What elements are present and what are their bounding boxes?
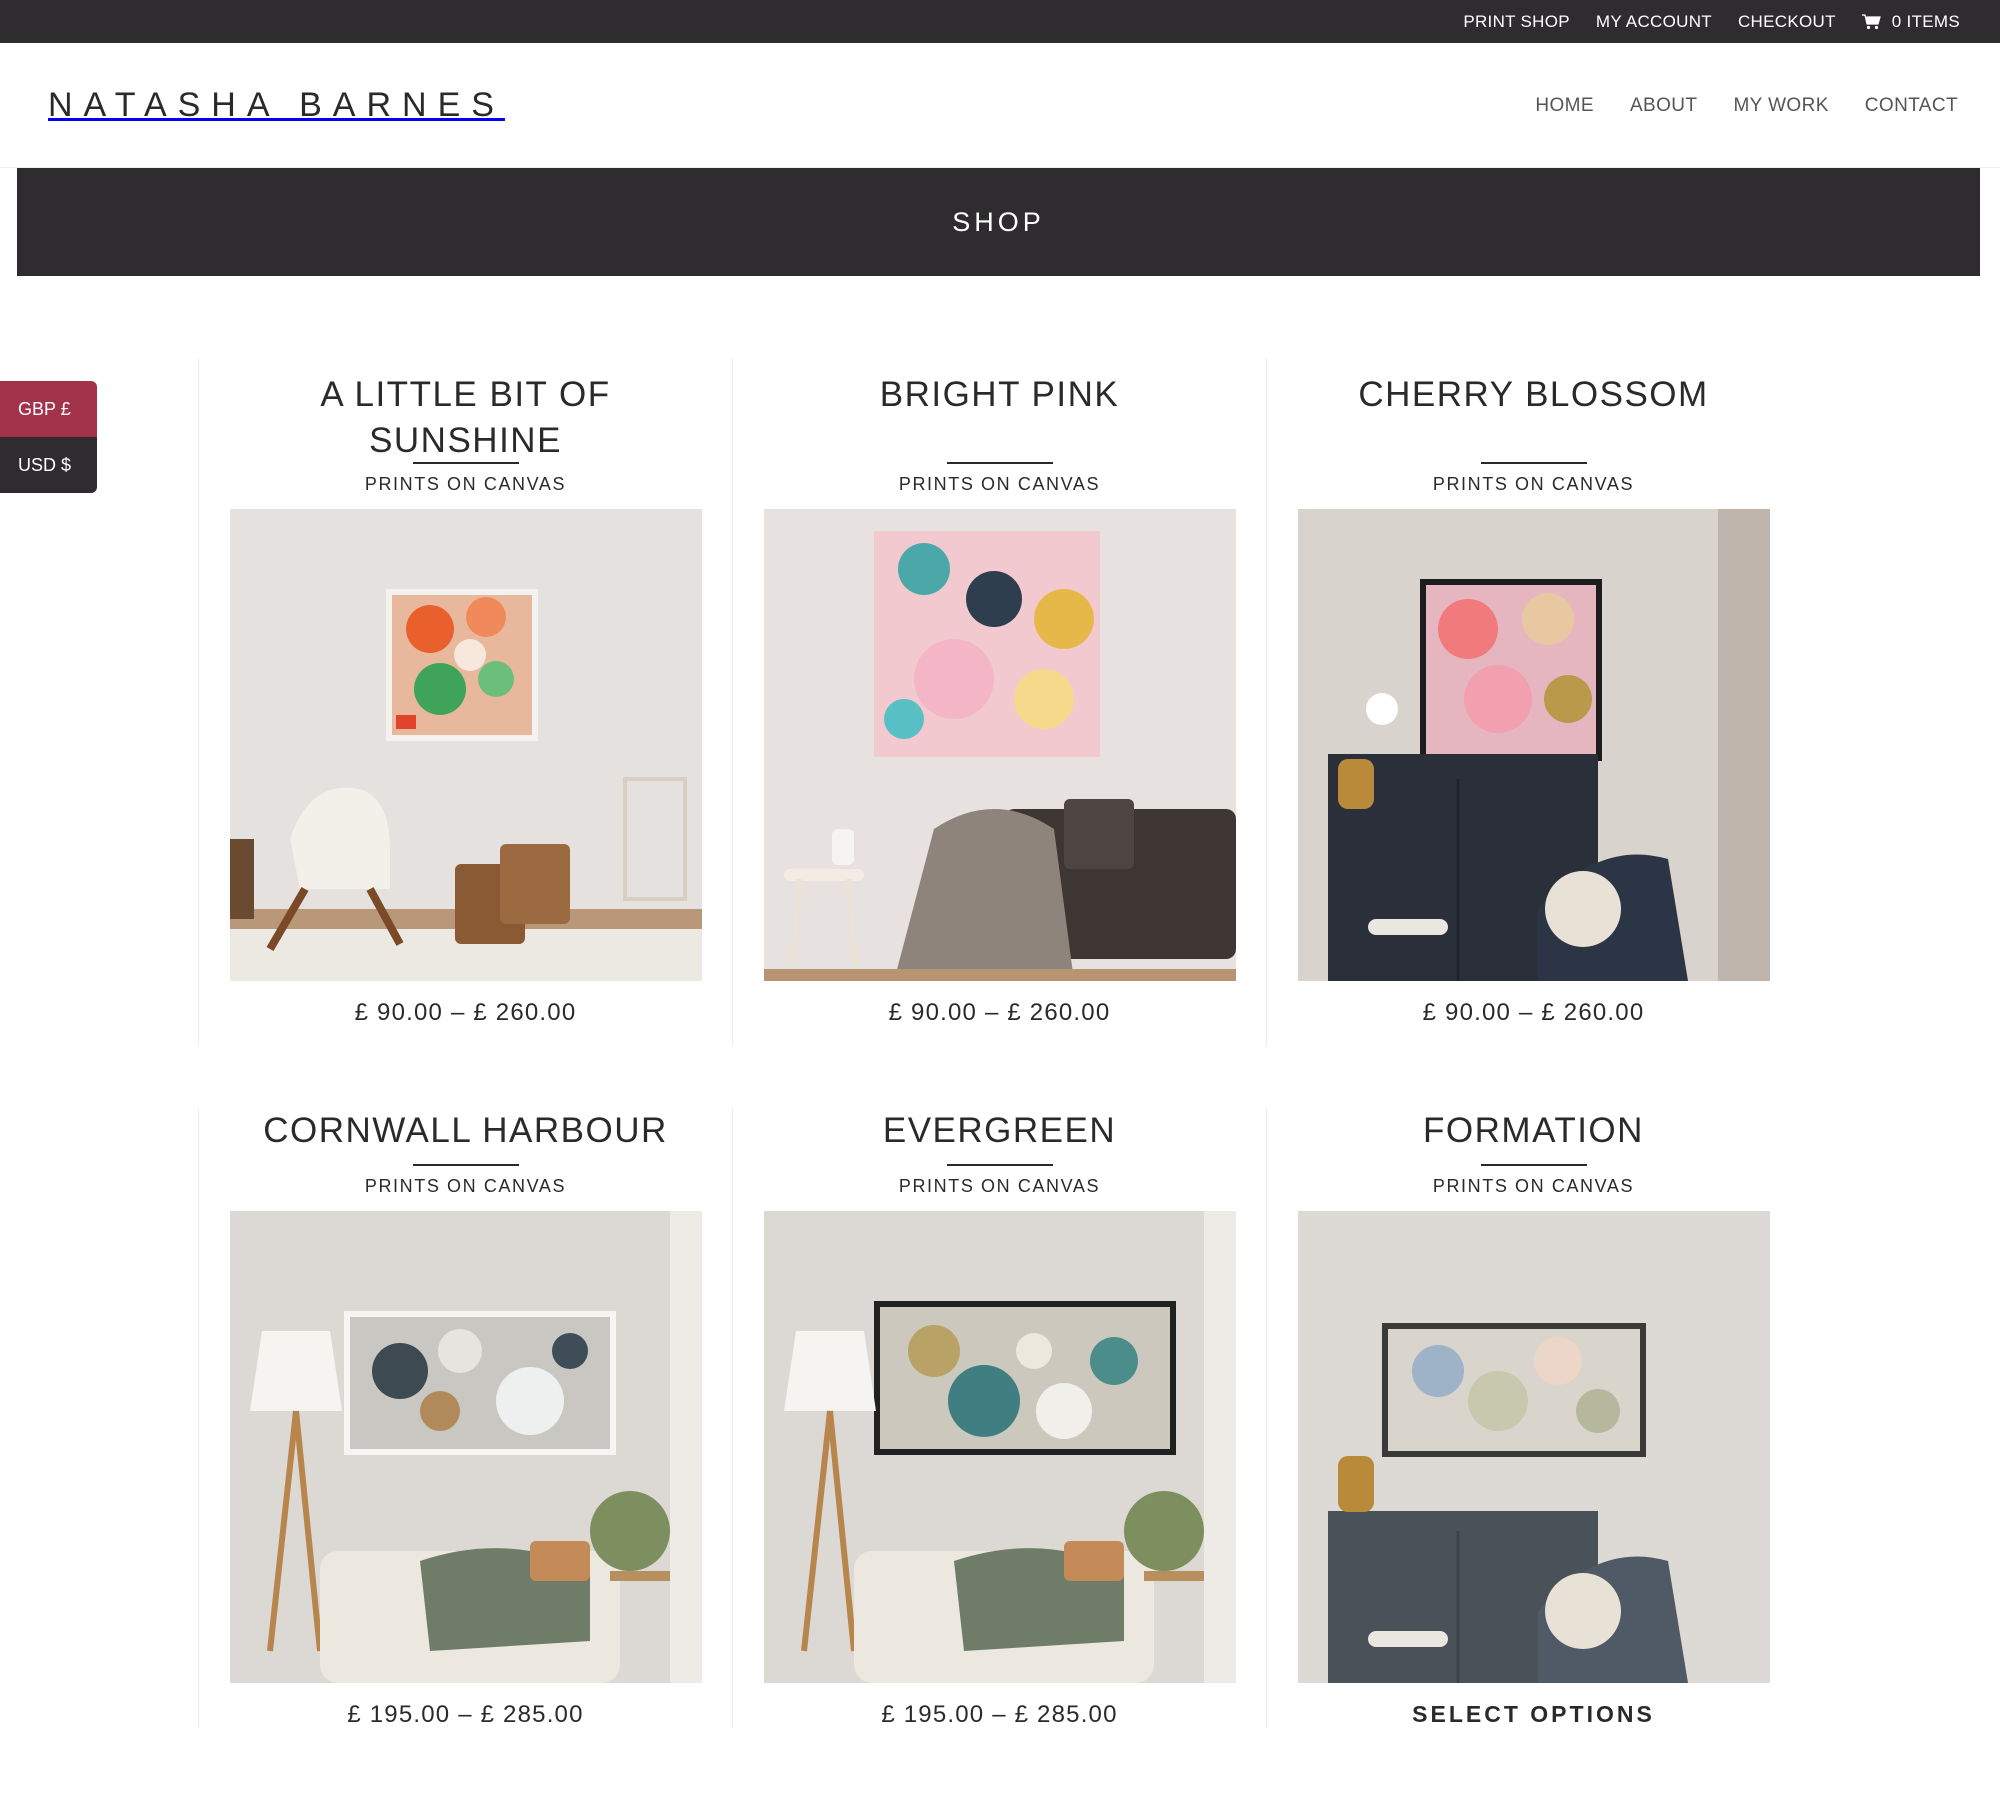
- currency-usd[interactable]: USD $: [0, 437, 97, 493]
- my-account-link[interactable]: MY ACCOUNT: [1596, 12, 1712, 32]
- room-artwork-image: [1297, 509, 1770, 981]
- product-image[interactable]: [1297, 1211, 1770, 1683]
- product-heading: BRIGHT PINK: [733, 358, 1266, 468]
- nav-about[interactable]: ABOUT: [1630, 95, 1697, 117]
- page-title: SHOP: [952, 206, 1045, 237]
- product-price: £ 195.00 – £ 285.00: [881, 1701, 1118, 1728]
- title-divider: [1480, 1164, 1587, 1166]
- product-image[interactable]: [763, 509, 1236, 981]
- product-subtitle: PRINTS ON CANVAS: [1432, 474, 1635, 494]
- product-title[interactable]: CHERRY BLOSSOM: [1267, 372, 1800, 418]
- site-logo[interactable]: NATASHA BARNES: [48, 43, 505, 168]
- product-title[interactable]: EVERGREEN: [733, 1108, 1266, 1154]
- product-subtitle: PRINTS ON CANVAS: [898, 1176, 1101, 1196]
- title-divider: [946, 462, 1053, 464]
- product-title[interactable]: A LITTLE BIT OF SUNSHINE: [301, 372, 631, 464]
- title-divider: [1480, 462, 1587, 464]
- currency-gbp[interactable]: GBP £: [0, 381, 97, 437]
- title-divider: [412, 1164, 519, 1166]
- logo-text: NATASHA BARNES: [48, 86, 505, 124]
- room-artwork-image: [1297, 1211, 1770, 1683]
- product-title[interactable]: FORMATION: [1267, 1108, 1800, 1154]
- cart-link[interactable]: 0 ITEMS: [1861, 11, 1960, 32]
- product-heading: CORNWALL HARBOUR: [199, 1108, 732, 1170]
- product-image[interactable]: [1297, 509, 1770, 981]
- product-image[interactable]: [229, 1211, 702, 1683]
- nav-my-work[interactable]: MY WORK: [1733, 95, 1828, 117]
- product-grid: A LITTLE BIT OF SUNSHINE PRINTS ON CANVA…: [198, 358, 1802, 1728]
- currency-switcher: GBP £ USD $: [0, 381, 97, 493]
- product-card[interactable]: EVERGREEN PRINTS ON CANVAS £ 195.00 – £ …: [732, 1108, 1266, 1728]
- title-divider: [946, 1164, 1053, 1166]
- site-header: NATASHA BARNES HOME ABOUT MY WORK CONTAC…: [0, 43, 2000, 168]
- product-image[interactable]: [229, 509, 702, 981]
- product-card[interactable]: A LITTLE BIT OF SUNSHINE PRINTS ON CANVA…: [198, 358, 732, 1046]
- shopping-cart-icon: [1861, 13, 1881, 29]
- product-heading: CHERRY BLOSSOM: [1267, 358, 1800, 468]
- room-artwork-image: [229, 1211, 702, 1683]
- checkout-link[interactable]: CHECKOUT: [1738, 12, 1836, 32]
- product-heading: A LITTLE BIT OF SUNSHINE: [199, 358, 732, 468]
- product-subtitle: PRINTS ON CANVAS: [364, 474, 567, 494]
- product-card[interactable]: CHERRY BLOSSOM PRINTS ON CANVAS £ 90.00 …: [1266, 358, 1800, 1046]
- product-price: £ 90.00 – £ 260.00: [354, 999, 577, 1026]
- shop-banner: SHOP: [17, 168, 1980, 276]
- room-artwork-image: [229, 509, 702, 981]
- product-card[interactable]: CORNWALL HARBOUR PRINTS ON CANVAS £ 195.…: [198, 1108, 732, 1728]
- product-row: CORNWALL HARBOUR PRINTS ON CANVAS £ 195.…: [198, 1046, 1802, 1728]
- product-price: £ 90.00 – £ 260.00: [1422, 999, 1645, 1026]
- top-bar-nav: PRINT SHOP MY ACCOUNT CHECKOUT 0 ITEMS: [1463, 0, 1960, 43]
- select-options-button[interactable]: SELECT OPTIONS: [1267, 1701, 1800, 1728]
- top-bar: PRINT SHOP MY ACCOUNT CHECKOUT 0 ITEMS: [0, 0, 2000, 43]
- product-image[interactable]: [763, 1211, 1236, 1683]
- product-price: £ 90.00 – £ 260.00: [888, 999, 1111, 1026]
- product-card[interactable]: FORMATION PRINTS ON CANVAS SELECT OPTION…: [1266, 1108, 1800, 1728]
- nav-home[interactable]: HOME: [1535, 95, 1594, 117]
- room-artwork-image: [763, 1211, 1236, 1683]
- product-heading: EVERGREEN: [733, 1108, 1266, 1170]
- cart-items-count: 0 ITEMS: [1891, 11, 1960, 31]
- product-title[interactable]: CORNWALL HARBOUR: [199, 1108, 732, 1154]
- product-card[interactable]: BRIGHT PINK PRINTS ON CANVAS £ 90.00 – £…: [732, 358, 1266, 1046]
- product-price: £ 195.00 – £ 285.00: [347, 1701, 584, 1728]
- product-subtitle: PRINTS ON CANVAS: [364, 1176, 567, 1196]
- main-nav: HOME ABOUT MY WORK CONTACT: [1535, 43, 1958, 168]
- product-heading: FORMATION: [1267, 1108, 1800, 1170]
- nav-contact[interactable]: CONTACT: [1865, 95, 1958, 117]
- print-shop-link[interactable]: PRINT SHOP: [1463, 12, 1570, 32]
- product-title[interactable]: BRIGHT PINK: [733, 372, 1266, 418]
- product-row: A LITTLE BIT OF SUNSHINE PRINTS ON CANVA…: [198, 358, 1802, 1046]
- product-subtitle: PRINTS ON CANVAS: [1432, 1176, 1635, 1196]
- product-subtitle: PRINTS ON CANVAS: [898, 474, 1101, 494]
- room-artwork-image: [763, 509, 1236, 981]
